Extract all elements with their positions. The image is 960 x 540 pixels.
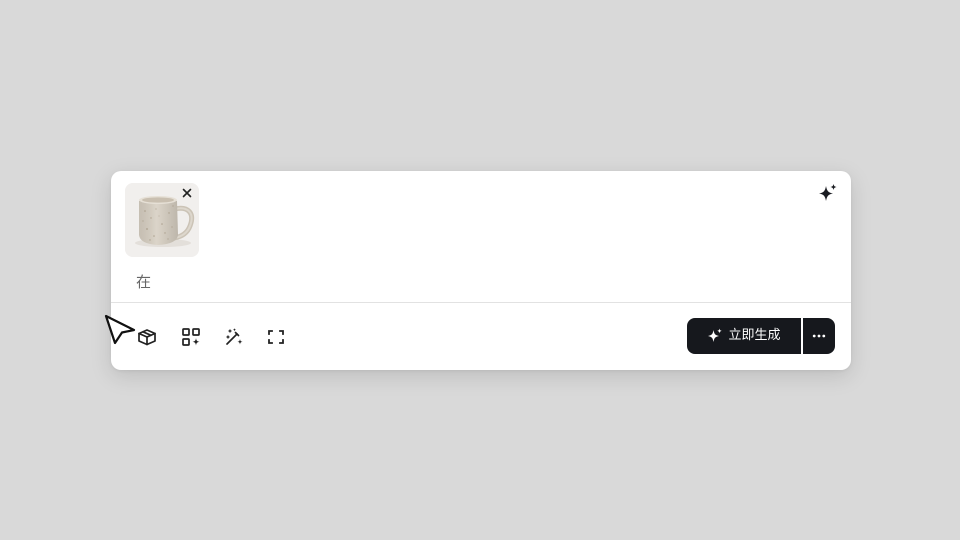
sparkle-icon <box>708 328 723 342</box>
generate-now-button[interactable]: 立即生成 <box>687 318 801 354</box>
prompt-composer-card: 在 立即生成 <box>111 171 851 370</box>
box-icon <box>138 329 156 346</box>
apps-add-icon <box>182 328 200 346</box>
close-icon <box>182 188 192 198</box>
more-options-button[interactable] <box>803 318 835 354</box>
prompt-input[interactable]: 在 <box>136 271 826 293</box>
magic-wand-icon <box>226 328 243 345</box>
mouse-pointer-cursor <box>103 313 137 347</box>
ellipsis-icon <box>812 334 826 338</box>
remove-attachment-button[interactable] <box>180 186 194 200</box>
magic-edit-tool-button[interactable] <box>222 325 246 349</box>
generate-now-label: 立即生成 <box>728 328 781 343</box>
expand-tool-button[interactable] <box>264 325 288 349</box>
divider <box>111 302 851 303</box>
product-tool-button[interactable] <box>135 325 159 349</box>
expand-icon <box>268 330 284 344</box>
arrow-cursor-icon <box>104 314 136 345</box>
ai-sparkle-button[interactable] <box>818 183 838 203</box>
add-element-tool-button[interactable] <box>179 325 203 349</box>
sparkle-icon <box>819 184 837 201</box>
